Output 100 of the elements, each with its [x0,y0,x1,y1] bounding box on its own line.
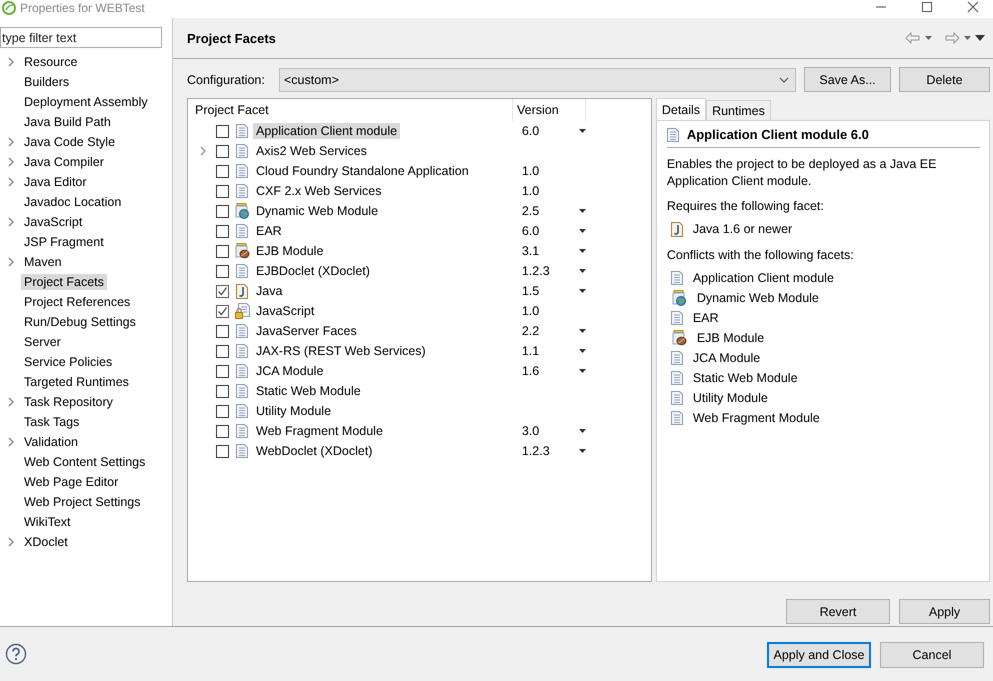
checkbox[interactable] [216,304,229,318]
tab[interactable]: Details [656,98,706,120]
checkbox[interactable] [216,364,229,378]
nav-item[interactable]: Java Code Style [21,134,118,150]
nav-item[interactable]: Builders [21,74,72,90]
chevron-right-icon[interactable] [7,217,15,227]
nav-item[interactable]: XDoclet [21,534,71,550]
conflicting-facet: JCA Module [692,351,760,365]
dropdown-caret-icon[interactable] [578,289,586,293]
checkbox[interactable] [216,284,229,298]
nav-item[interactable]: Resource [21,54,80,70]
nav-item[interactable]: Service Policies [21,354,116,370]
nav-item[interactable]: WikiText [21,514,74,530]
nav-item[interactable]: Web Content Settings [21,454,148,470]
conflicting-facet: Web Fragment Module [692,411,820,425]
facet-name[interactable]: Application Client module [253,123,400,139]
checkbox[interactable] [216,184,229,198]
dropdown-caret-icon[interactable] [578,229,586,233]
checkbox[interactable] [216,344,229,358]
facet-name[interactable]: CXF 2.x Web Services [253,183,385,199]
chevron-right-icon[interactable] [7,437,15,447]
dropdown-caret-icon[interactable] [578,449,586,453]
tab[interactable]: Runtimes [706,100,771,120]
dialog-button[interactable]: Delete [899,67,990,92]
nav-item[interactable]: Deployment Assembly [21,94,151,110]
close-icon[interactable] [967,1,979,13]
chevron-right-icon[interactable] [7,137,15,147]
chevron-right-icon[interactable] [7,257,15,267]
dropdown-caret-icon[interactable] [578,209,586,213]
dropdown-chevron-icon[interactable] [779,76,789,82]
checkbox[interactable] [216,204,229,218]
nav-item[interactable]: Web Project Settings [21,494,144,510]
maximize-icon[interactable] [921,1,933,13]
configuration-dropdown[interactable]: <custom> [279,68,796,92]
dropdown-caret-icon[interactable] [578,329,586,333]
dropdown-caret-icon[interactable] [578,269,586,273]
dropdown-caret-icon[interactable] [578,349,586,353]
nav-item[interactable]: Project References [21,294,134,310]
dropdown-caret-icon[interactable] [578,429,586,433]
column-header[interactable]: Project Facet [188,99,513,121]
facet-name[interactable]: Java [253,283,286,299]
checkbox[interactable] [216,264,229,278]
nav-item[interactable]: Targeted Runtimes [21,374,132,390]
column-header[interactable]: Version [513,99,586,121]
facet-name[interactable]: JavaScript [253,303,318,319]
facet-name[interactable]: JAX-RS (REST Web Services) [253,343,429,359]
nav-item[interactable]: Validation [21,434,81,450]
nav-item[interactable]: Server [21,334,64,350]
checkbox[interactable] [216,244,229,258]
dialog-button[interactable]: Apply [899,599,990,624]
nav-item[interactable]: Task Tags [21,414,82,430]
dialog-button[interactable]: Revert [786,599,890,624]
checkbox[interactable] [216,324,229,338]
help-icon[interactable] [5,643,27,665]
facet-name[interactable]: Axis2 Web Services [253,143,370,159]
facet-name[interactable]: JCA Module [253,363,326,379]
dialog-button[interactable]: Cancel [880,642,984,668]
nav-item[interactable]: JSP Fragment [21,234,107,250]
checkbox[interactable] [216,444,229,458]
chevron-right-icon[interactable] [7,57,15,67]
nav-item[interactable]: JavaScript [21,214,86,230]
dropdown-caret-icon[interactable] [578,129,586,133]
view-menu-icon[interactable] [975,35,985,41]
chevron-right-icon[interactable] [7,397,15,407]
nav-item[interactable]: Javadoc Location [21,194,124,210]
facet-name[interactable]: Cloud Foundry Standalone Application [253,163,472,179]
facet-name[interactable]: Static Web Module [253,383,364,399]
facet-name[interactable]: EAR [253,223,285,239]
checkbox[interactable] [216,404,229,418]
nav-item[interactable]: Java Compiler [21,154,107,170]
facet-name[interactable]: EJBDoclet (XDoclet) [253,263,373,279]
filter-field[interactable]: type filter text [0,27,162,48]
nav-item[interactable]: Java Build Path [21,114,114,130]
locked-document-icon [234,303,250,319]
nav-item[interactable]: Project Facets [21,274,107,290]
dialog-button[interactable]: Apply and Close [767,642,871,668]
facet-name[interactable]: WebDoclet (XDoclet) [253,443,376,459]
chevron-right-icon[interactable] [199,146,207,156]
chevron-right-icon[interactable] [7,177,15,187]
facet-name[interactable]: EJB Module [253,243,326,259]
dropdown-caret-icon[interactable] [578,369,586,373]
dialog-button[interactable]: Save As... [804,67,891,92]
dropdown-caret-icon[interactable] [578,249,586,253]
nav-item[interactable]: Web Page Editor [21,474,122,490]
facet-name[interactable]: JavaServer Faces [253,323,360,339]
checkbox[interactable] [216,424,229,438]
nav-item[interactable]: Maven [21,254,65,270]
checkbox[interactable] [216,384,229,398]
checkbox[interactable] [216,224,229,238]
facet-name[interactable]: Utility Module [253,403,334,419]
checkbox[interactable] [216,124,229,138]
nav-item[interactable]: Java Editor [21,174,90,190]
nav-item[interactable]: Task Repository [21,394,116,410]
facet-name[interactable]: Dynamic Web Module [253,203,382,219]
nav-item[interactable]: Run/Debug Settings [21,314,139,330]
chevron-right-icon[interactable] [7,537,15,547]
checkbox[interactable] [216,164,229,178]
chevron-right-icon[interactable] [7,157,15,167]
facet-name[interactable]: Web Fragment Module [253,423,386,439]
checkbox[interactable] [216,144,229,158]
